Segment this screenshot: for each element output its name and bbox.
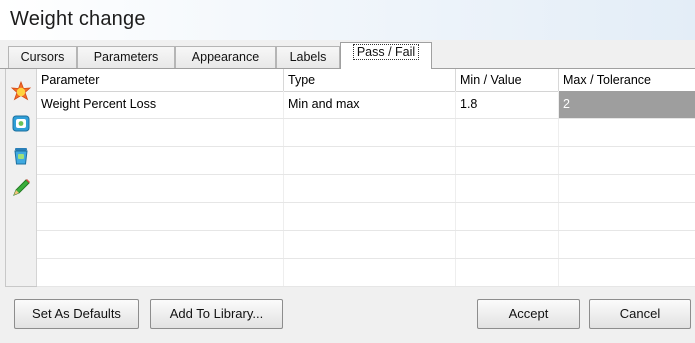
max-tolerance-cell[interactable]: 2 [559,91,695,118]
pass-fail-panel: Parameter Type Min / Value Max / Toleran… [5,69,695,287]
tab-pass-fail-label: Pass / Fail [352,44,420,60]
add-to-library-button[interactable]: Add To Library... [150,299,283,329]
set-as-defaults-button[interactable]: Set As Defaults [14,299,139,329]
empty-row[interactable] [37,147,695,175]
table-row[interactable]: Weight Percent Loss Min and max 1.8 2 [37,91,695,119]
empty-row[interactable] [37,175,695,203]
delete-bin-icon[interactable] [10,145,32,167]
title-bar: Weight change [0,0,695,40]
parameter-grid: Parameter Type Min / Value Max / Toleran… [37,69,695,287]
tab-labels[interactable]: Labels [276,46,340,68]
parameter-cell[interactable]: Weight Percent Loss [37,91,284,118]
empty-row[interactable] [37,119,695,147]
grid-header: Parameter Type Min / Value Max / Toleran… [37,69,695,92]
pencil-icon[interactable] [10,177,32,199]
tab-pass-fail[interactable]: Pass / Fail [340,42,432,69]
column-header-type[interactable]: Type [284,69,456,91]
column-header-min-value[interactable]: Min / Value [456,69,559,91]
min-value-cell[interactable]: 1.8 [456,91,559,118]
tab-appearance[interactable]: Appearance [175,46,276,68]
empty-row[interactable] [37,259,695,287]
window-title: Weight change [10,8,146,30]
empty-row[interactable] [37,203,695,231]
row-toolbar [6,69,37,286]
empty-row[interactable] [37,231,695,259]
accept-button[interactable]: Accept [477,299,580,329]
tab-cursors[interactable]: Cursors [8,46,77,68]
add-star-icon[interactable] [10,80,32,103]
column-header-max-tolerance[interactable]: Max / Tolerance [559,69,695,91]
cancel-button[interactable]: Cancel [589,299,691,329]
edit-record-icon[interactable] [10,112,32,134]
tab-strip: Cursors Parameters Appearance Labels Pas… [0,42,695,69]
type-cell[interactable]: Min and max [284,91,456,118]
tab-parameters[interactable]: Parameters [77,46,175,68]
column-header-parameter[interactable]: Parameter [37,69,284,91]
